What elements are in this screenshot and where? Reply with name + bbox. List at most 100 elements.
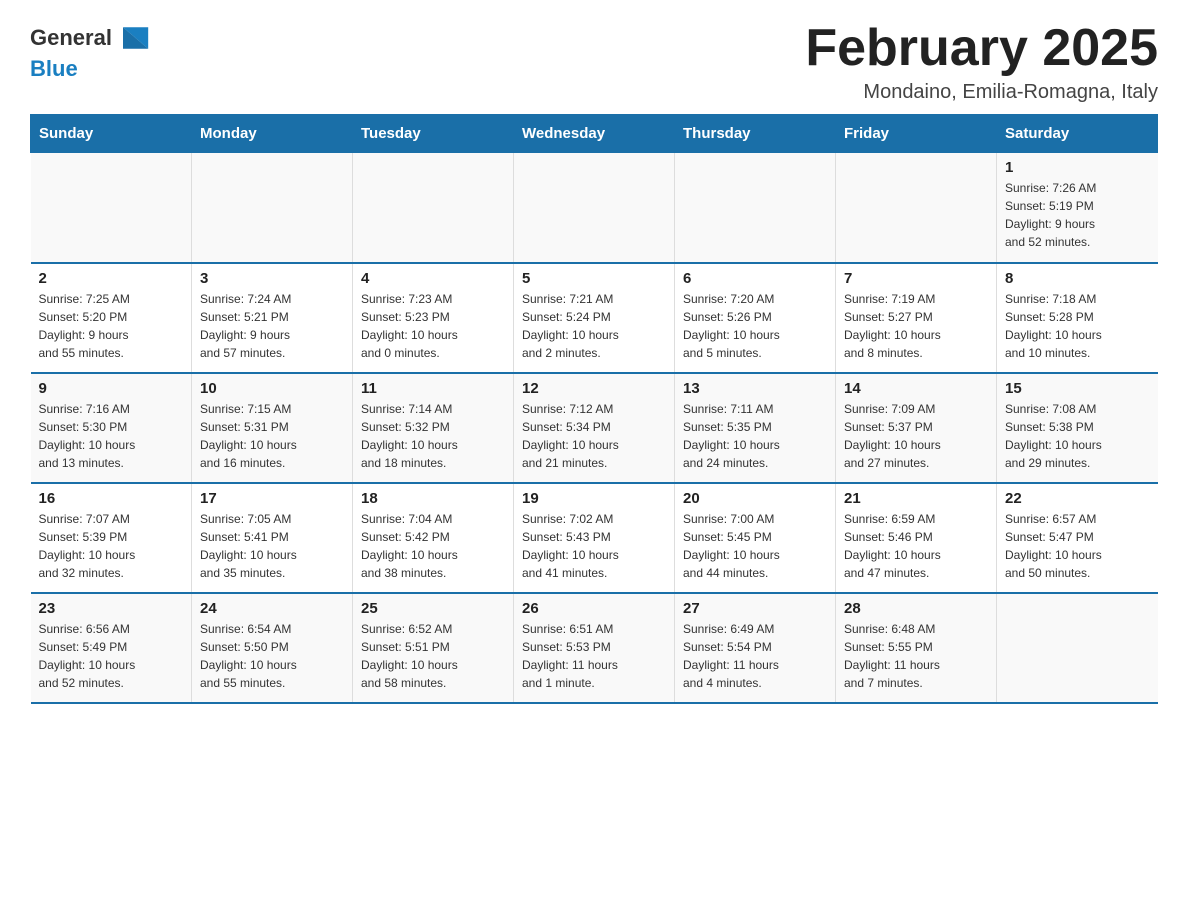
day-cell: 7 Sunrise: 7:19 AM Sunset: 5:27 PM Daylig…: [836, 263, 997, 373]
day-info: Sunrise: 7:07 AM Sunset: 5:39 PM Dayligh…: [39, 510, 184, 582]
day-info: Sunrise: 6:54 AM Sunset: 5:50 PM Dayligh…: [200, 620, 344, 692]
day-info: Sunrise: 7:05 AM Sunset: 5:41 PM Dayligh…: [200, 510, 344, 582]
day-number: 13: [683, 380, 827, 397]
day-number: 16: [39, 490, 184, 507]
day-number: 22: [1005, 490, 1150, 507]
day-info: Sunrise: 7:21 AM Sunset: 5:24 PM Dayligh…: [522, 290, 666, 362]
day-number: 1: [1005, 159, 1150, 176]
day-cell: 23 Sunrise: 6:56 AM Sunset: 5:49 PM Dayli…: [31, 593, 192, 703]
day-number: 3: [200, 270, 344, 287]
day-cell: [997, 593, 1158, 703]
day-cell: 20 Sunrise: 7:00 AM Sunset: 5:45 PM Dayli…: [675, 483, 836, 593]
day-number: 10: [200, 380, 344, 397]
day-cell: 21Sunrise: 6:59 AM Sunset: 5:46 PM Dayli…: [836, 483, 997, 593]
day-number: 9: [39, 380, 184, 397]
logo-general-text: General: [30, 25, 112, 51]
day-cell: 6 Sunrise: 7:20 AM Sunset: 5:26 PM Daylig…: [675, 263, 836, 373]
day-number: 7: [844, 270, 988, 287]
day-number: 23: [39, 600, 184, 617]
day-number: 15: [1005, 380, 1150, 397]
day-info: Sunrise: 7:25 AM Sunset: 5:20 PM Dayligh…: [39, 290, 184, 362]
title-block: February 2025 Mondaino, Emilia-Romagna, …: [805, 20, 1158, 104]
header-row: SundayMondayTuesdayWednesdayThursdayFrid…: [31, 115, 1158, 153]
day-cell: 16 Sunrise: 7:07 AM Sunset: 5:39 PM Dayli…: [31, 483, 192, 593]
day-info: Sunrise: 7:04 AM Sunset: 5:42 PM Dayligh…: [361, 510, 505, 582]
header-tuesday: Tuesday: [353, 115, 514, 153]
day-info: Sunrise: 7:12 AM Sunset: 5:34 PM Dayligh…: [522, 400, 666, 472]
day-info: Sunrise: 7:23 AM Sunset: 5:23 PM Dayligh…: [361, 290, 505, 362]
page-header: General Blue February 2025 Mondaino, Emi…: [30, 20, 1158, 104]
week-row-5: 23 Sunrise: 6:56 AM Sunset: 5:49 PM Dayli…: [31, 593, 1158, 703]
day-cell: 5 Sunrise: 7:21 AM Sunset: 5:24 PM Daylig…: [514, 263, 675, 373]
day-info: Sunrise: 7:00 AM Sunset: 5:45 PM Dayligh…: [683, 510, 827, 582]
day-cell: [836, 153, 997, 263]
day-cell: [192, 153, 353, 263]
day-info: Sunrise: 7:26 AM Sunset: 5:19 PM Dayligh…: [1005, 179, 1150, 251]
day-cell: 13 Sunrise: 7:11 AM Sunset: 5:35 PM Dayli…: [675, 373, 836, 483]
day-cell: [353, 153, 514, 263]
header-wednesday: Wednesday: [514, 115, 675, 153]
calendar-table: SundayMondayTuesdayWednesdayThursdayFrid…: [30, 114, 1158, 704]
day-info: Sunrise: 7:15 AM Sunset: 5:31 PM Dayligh…: [200, 400, 344, 472]
day-info: Sunrise: 7:11 AM Sunset: 5:35 PM Dayligh…: [683, 400, 827, 472]
day-number: 28: [844, 600, 988, 617]
day-info: Sunrise: 7:02 AM Sunset: 5:43 PM Dayligh…: [522, 510, 666, 582]
day-cell: 1 Sunrise: 7:26 AM Sunset: 5:19 PM Daylig…: [997, 153, 1158, 263]
day-info: Sunrise: 6:59 AM Sunset: 5:46 PM Dayligh…: [844, 510, 988, 582]
day-number: 20: [683, 490, 827, 507]
logo-triangle-icon: [114, 20, 150, 56]
day-number: 25: [361, 600, 505, 617]
day-cell: 11Sunrise: 7:14 AM Sunset: 5:32 PM Dayli…: [353, 373, 514, 483]
day-number: 12: [522, 380, 666, 397]
week-row-2: 2 Sunrise: 7:25 AM Sunset: 5:20 PM Daylig…: [31, 263, 1158, 373]
day-cell: 27Sunrise: 6:49 AM Sunset: 5:54 PM Dayli…: [675, 593, 836, 703]
day-number: 24: [200, 600, 344, 617]
day-cell: 26Sunrise: 6:51 AM Sunset: 5:53 PM Dayli…: [514, 593, 675, 703]
day-info: Sunrise: 6:56 AM Sunset: 5:49 PM Dayligh…: [39, 620, 184, 692]
day-cell: [675, 153, 836, 263]
day-info: Sunrise: 7:16 AM Sunset: 5:30 PM Dayligh…: [39, 400, 184, 472]
day-number: 27: [683, 600, 827, 617]
day-info: Sunrise: 7:19 AM Sunset: 5:27 PM Dayligh…: [844, 290, 988, 362]
day-number: 5: [522, 270, 666, 287]
header-saturday: Saturday: [997, 115, 1158, 153]
header-friday: Friday: [836, 115, 997, 153]
day-cell: 25 Sunrise: 6:52 AM Sunset: 5:51 PM Dayli…: [353, 593, 514, 703]
day-info: Sunrise: 7:20 AM Sunset: 5:26 PM Dayligh…: [683, 290, 827, 362]
day-cell: 9 Sunrise: 7:16 AM Sunset: 5:30 PM Daylig…: [31, 373, 192, 483]
calendar-header: SundayMondayTuesdayWednesdayThursdayFrid…: [31, 115, 1158, 153]
week-row-3: 9 Sunrise: 7:16 AM Sunset: 5:30 PM Daylig…: [31, 373, 1158, 483]
day-cell: 18 Sunrise: 7:04 AM Sunset: 5:42 PM Dayli…: [353, 483, 514, 593]
day-number: 8: [1005, 270, 1150, 287]
day-number: 4: [361, 270, 505, 287]
day-cell: 15 Sunrise: 7:08 AM Sunset: 5:38 PM Dayli…: [997, 373, 1158, 483]
day-cell: 4 Sunrise: 7:23 AM Sunset: 5:23 PM Daylig…: [353, 263, 514, 373]
day-cell: 24 Sunrise: 6:54 AM Sunset: 5:50 PM Dayli…: [192, 593, 353, 703]
logo: General Blue: [30, 20, 150, 82]
day-cell: 19 Sunrise: 7:02 AM Sunset: 5:43 PM Dayli…: [514, 483, 675, 593]
day-info: Sunrise: 6:48 AM Sunset: 5:55 PM Dayligh…: [844, 620, 988, 692]
day-cell: 17Sunrise: 7:05 AM Sunset: 5:41 PM Dayli…: [192, 483, 353, 593]
day-number: 18: [361, 490, 505, 507]
day-cell: 28 Sunrise: 6:48 AM Sunset: 5:55 PM Dayli…: [836, 593, 997, 703]
week-row-4: 16 Sunrise: 7:07 AM Sunset: 5:39 PM Dayli…: [31, 483, 1158, 593]
day-info: Sunrise: 7:09 AM Sunset: 5:37 PM Dayligh…: [844, 400, 988, 472]
day-cell: 12 Sunrise: 7:12 AM Sunset: 5:34 PM Dayli…: [514, 373, 675, 483]
header-sunday: Sunday: [31, 115, 192, 153]
day-info: Sunrise: 6:51 AM Sunset: 5:53 PM Dayligh…: [522, 620, 666, 692]
day-info: Sunrise: 7:24 AM Sunset: 5:21 PM Dayligh…: [200, 290, 344, 362]
logo-blue-text: Blue: [30, 56, 78, 81]
day-number: 19: [522, 490, 666, 507]
calendar-body: 1 Sunrise: 7:26 AM Sunset: 5:19 PM Daylig…: [31, 153, 1158, 703]
day-number: 2: [39, 270, 184, 287]
day-info: Sunrise: 7:08 AM Sunset: 5:38 PM Dayligh…: [1005, 400, 1150, 472]
month-title: February 2025: [805, 20, 1158, 77]
day-number: 6: [683, 270, 827, 287]
day-number: 11: [361, 380, 505, 397]
day-cell: 22Sunrise: 6:57 AM Sunset: 5:47 PM Dayli…: [997, 483, 1158, 593]
header-thursday: Thursday: [675, 115, 836, 153]
day-info: Sunrise: 7:18 AM Sunset: 5:28 PM Dayligh…: [1005, 290, 1150, 362]
day-info: Sunrise: 6:52 AM Sunset: 5:51 PM Dayligh…: [361, 620, 505, 692]
day-cell: [31, 153, 192, 263]
location-text: Mondaino, Emilia-Romagna, Italy: [805, 81, 1158, 104]
